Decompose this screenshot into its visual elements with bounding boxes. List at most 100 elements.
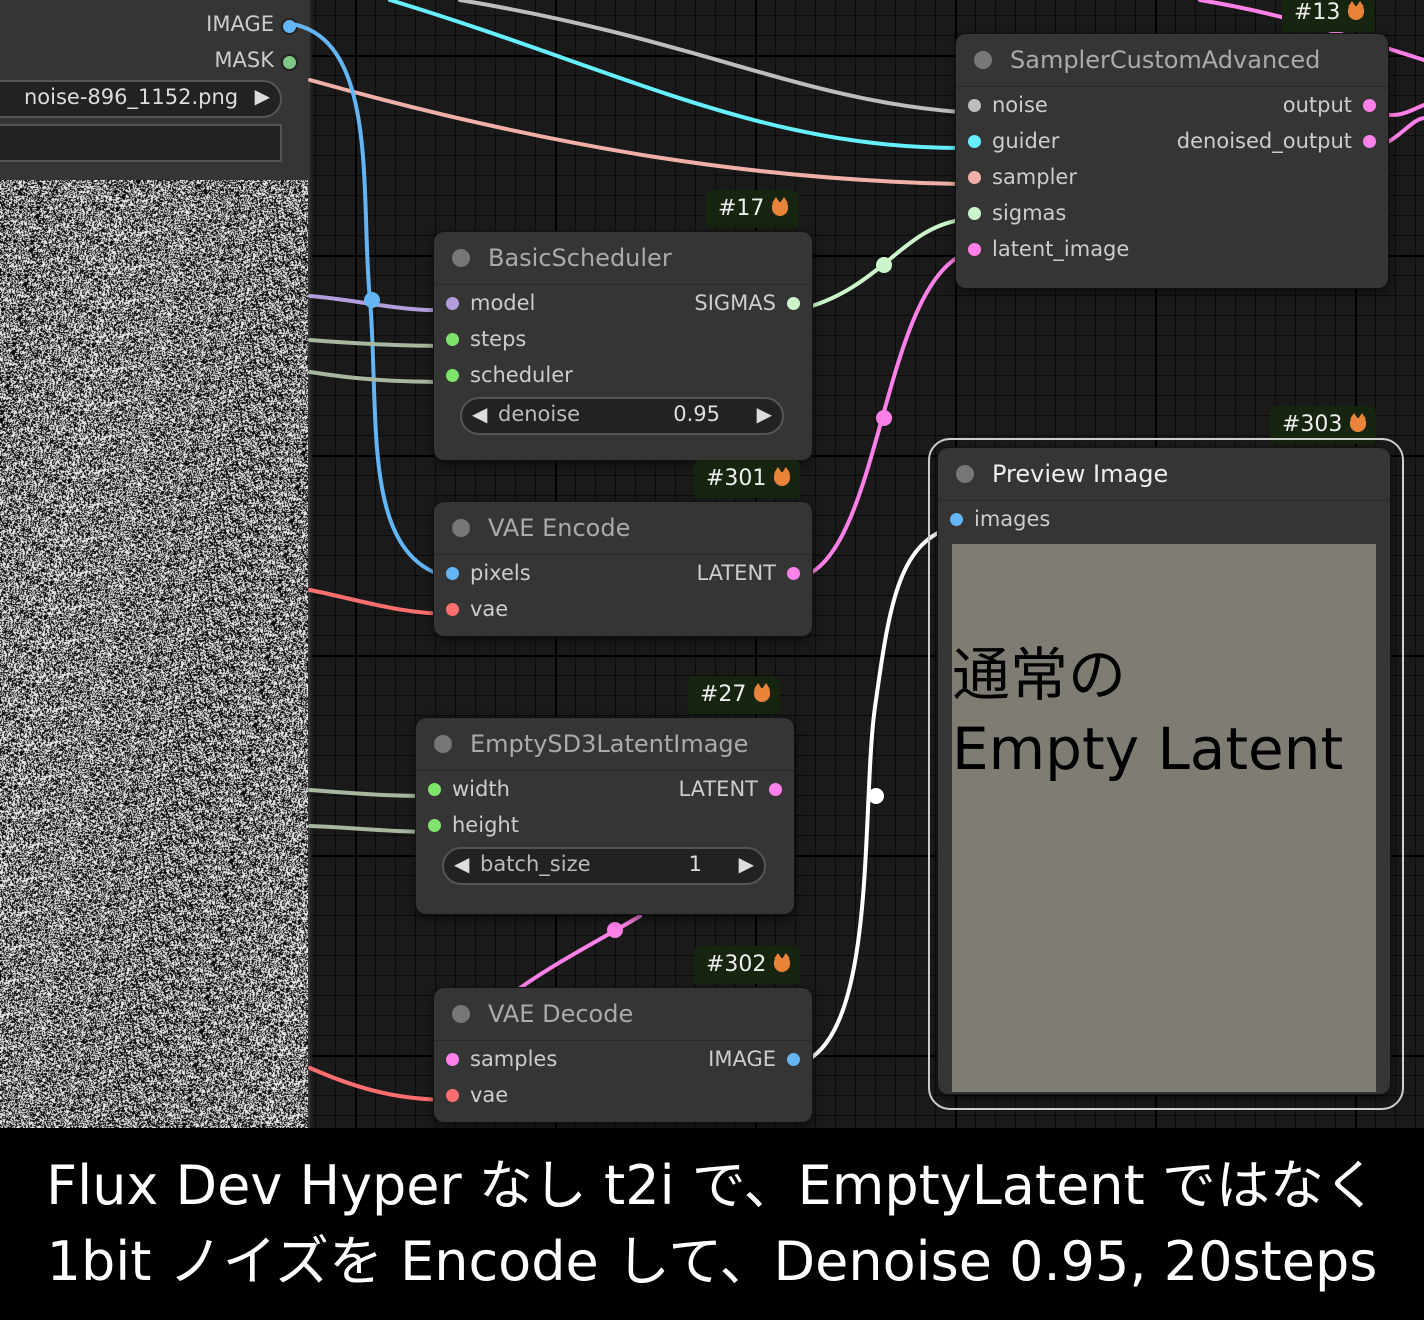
node-badge-27: #27 [688, 676, 781, 714]
socket-vae[interactable] [446, 1089, 459, 1102]
input-guider[interactable]: guider denoised_output [956, 123, 1388, 159]
increment-arrow-icon[interactable]: ▶ [739, 852, 754, 876]
fox-icon [1348, 1, 1365, 20]
caption-line-2: 1bit ノイズを Encode して、Denoise 0.95, 20step… [46, 1230, 1378, 1293]
socket-sigmas-out[interactable] [787, 297, 800, 310]
input-label: width [452, 777, 510, 801]
batch-size-widget[interactable]: ◀ batch_size 1 ▶ [442, 847, 766, 885]
node-title-bar[interactable]: VAE Decode [434, 988, 812, 1041]
decrement-arrow-icon[interactable]: ◀ [454, 852, 469, 876]
collapse-dot-icon[interactable] [452, 1005, 470, 1023]
socket-latent-out[interactable] [769, 783, 782, 796]
output-label: output [1282, 93, 1352, 117]
collapse-dot-icon[interactable] [434, 735, 452, 753]
socket-output[interactable] [1363, 99, 1376, 112]
node-title-bar[interactable]: BasicScheduler [434, 232, 812, 285]
socket-image-out[interactable] [787, 1053, 800, 1066]
node-title-bar[interactable]: Preview Image [938, 448, 1390, 501]
basic-scheduler-node[interactable]: BasicScheduler model SIGMAS steps schedul… [434, 232, 812, 460]
wire-model [308, 294, 454, 313]
empty-sd3-latent-image-node[interactable]: EmptySD3LatentImage width LATENT height ◀… [416, 718, 794, 914]
input-label: scheduler [470, 363, 573, 387]
node-title-bar[interactable]: VAE Encode [434, 502, 812, 555]
socket-pixels[interactable] [446, 567, 459, 580]
overlay-line-1: 通常の [952, 641, 1127, 709]
input-images[interactable]: images [938, 501, 1390, 537]
input-label: steps [470, 327, 527, 351]
input-vae[interactable]: vae [434, 591, 812, 627]
socket-scheduler[interactable] [446, 369, 459, 382]
collapse-dot-icon[interactable] [452, 249, 470, 267]
input-noise[interactable]: noise output [956, 87, 1388, 123]
socket-steps[interactable] [446, 333, 459, 346]
socket-vae[interactable] [446, 603, 459, 616]
collapse-dot-icon[interactable] [956, 465, 974, 483]
input-label: pixels [470, 561, 531, 585]
badge-text: #302 [706, 952, 767, 977]
increment-arrow-icon[interactable]: ▶ [757, 402, 772, 426]
socket-images[interactable] [950, 513, 963, 526]
preview-image-node[interactable]: Preview Image images 通常の Empty Latent [938, 448, 1390, 1094]
wire-vae-decode [308, 1066, 454, 1102]
input-label: vae [470, 597, 509, 621]
socket-height[interactable] [428, 819, 441, 832]
socket-sampler[interactable] [968, 171, 981, 184]
socket-denoised-output[interactable] [1363, 135, 1376, 148]
input-label: vae [470, 1083, 509, 1107]
preview-image [952, 544, 1376, 1092]
socket-model[interactable] [446, 297, 459, 310]
wire-sampler [308, 78, 962, 186]
badge-text: #301 [706, 466, 767, 491]
socket-width[interactable] [428, 783, 441, 796]
input-scheduler[interactable]: scheduler [434, 357, 812, 393]
node-title: VAE Decode [488, 1000, 634, 1028]
input-steps[interactable]: steps [434, 321, 812, 357]
output-label: LATENT [696, 561, 776, 585]
node-title-bar[interactable]: EmptySD3LatentImage [416, 718, 794, 771]
input-sampler[interactable]: sampler [956, 159, 1388, 195]
output-label: SIGMAS [694, 291, 776, 315]
input-width[interactable]: width LATENT [416, 771, 794, 807]
input-vae[interactable]: vae [434, 1077, 812, 1113]
badge-text: #13 [1294, 0, 1341, 25]
badge-text: #27 [700, 682, 747, 707]
input-label: samples [470, 1047, 558, 1071]
input-sigmas[interactable]: sigmas [956, 195, 1388, 231]
input-height[interactable]: height [416, 807, 794, 843]
socket-sigmas[interactable] [968, 207, 981, 220]
node-title: BasicScheduler [488, 244, 672, 272]
input-latent-image[interactable]: latent_image [956, 231, 1388, 267]
input-label: noise [992, 93, 1048, 117]
widget-value[interactable]: 1 [689, 852, 702, 876]
widget-label: denoise [498, 402, 581, 426]
socket-samples[interactable] [446, 1053, 459, 1066]
output-label: IMAGE [708, 1047, 776, 1071]
wire-guider [388, 0, 962, 150]
node-title-bar[interactable]: SamplerCustomAdvanced [956, 34, 1388, 87]
input-pixels[interactable]: pixels LATENT [434, 555, 812, 591]
socket-latent-image[interactable] [968, 243, 981, 256]
collapse-dot-icon[interactable] [974, 51, 992, 69]
denoise-widget[interactable]: ◀ denoise 0.95 ▶ [460, 397, 784, 435]
vae-decode-node[interactable]: VAE Decode samples IMAGE vae [434, 988, 812, 1122]
vae-encode-node[interactable]: VAE Encode pixels LATENT vae [434, 502, 812, 636]
node-graph-canvas[interactable]: IMAGE MASK noise-896_1152.png ▶ #13 Samp… [0, 0, 1424, 1128]
decrement-arrow-icon[interactable]: ◀ [472, 402, 487, 426]
caption-banner: Flux Dev Hyper なし t2i で、EmptyLatent ではなく… [0, 1128, 1424, 1320]
collapse-dot-icon[interactable] [452, 519, 470, 537]
input-label: latent_image [992, 237, 1130, 261]
wire-noise [458, 0, 962, 114]
fox-icon [754, 683, 771, 702]
wire-scheduler [308, 370, 454, 384]
output-label: LATENT [678, 777, 758, 801]
node-badge-302: #302 [694, 946, 801, 984]
input-samples[interactable]: samples IMAGE [434, 1041, 812, 1077]
input-model[interactable]: model SIGMAS [434, 285, 812, 321]
socket-latent-out[interactable] [787, 567, 800, 580]
widget-value[interactable]: 0.95 [673, 402, 720, 426]
socket-noise[interactable] [968, 99, 981, 112]
badge-text: #17 [718, 196, 765, 221]
sampler-custom-advanced-node[interactable]: SamplerCustomAdvanced noise output guider… [956, 34, 1388, 288]
input-label: sampler [992, 165, 1077, 189]
socket-guider[interactable] [968, 135, 981, 148]
